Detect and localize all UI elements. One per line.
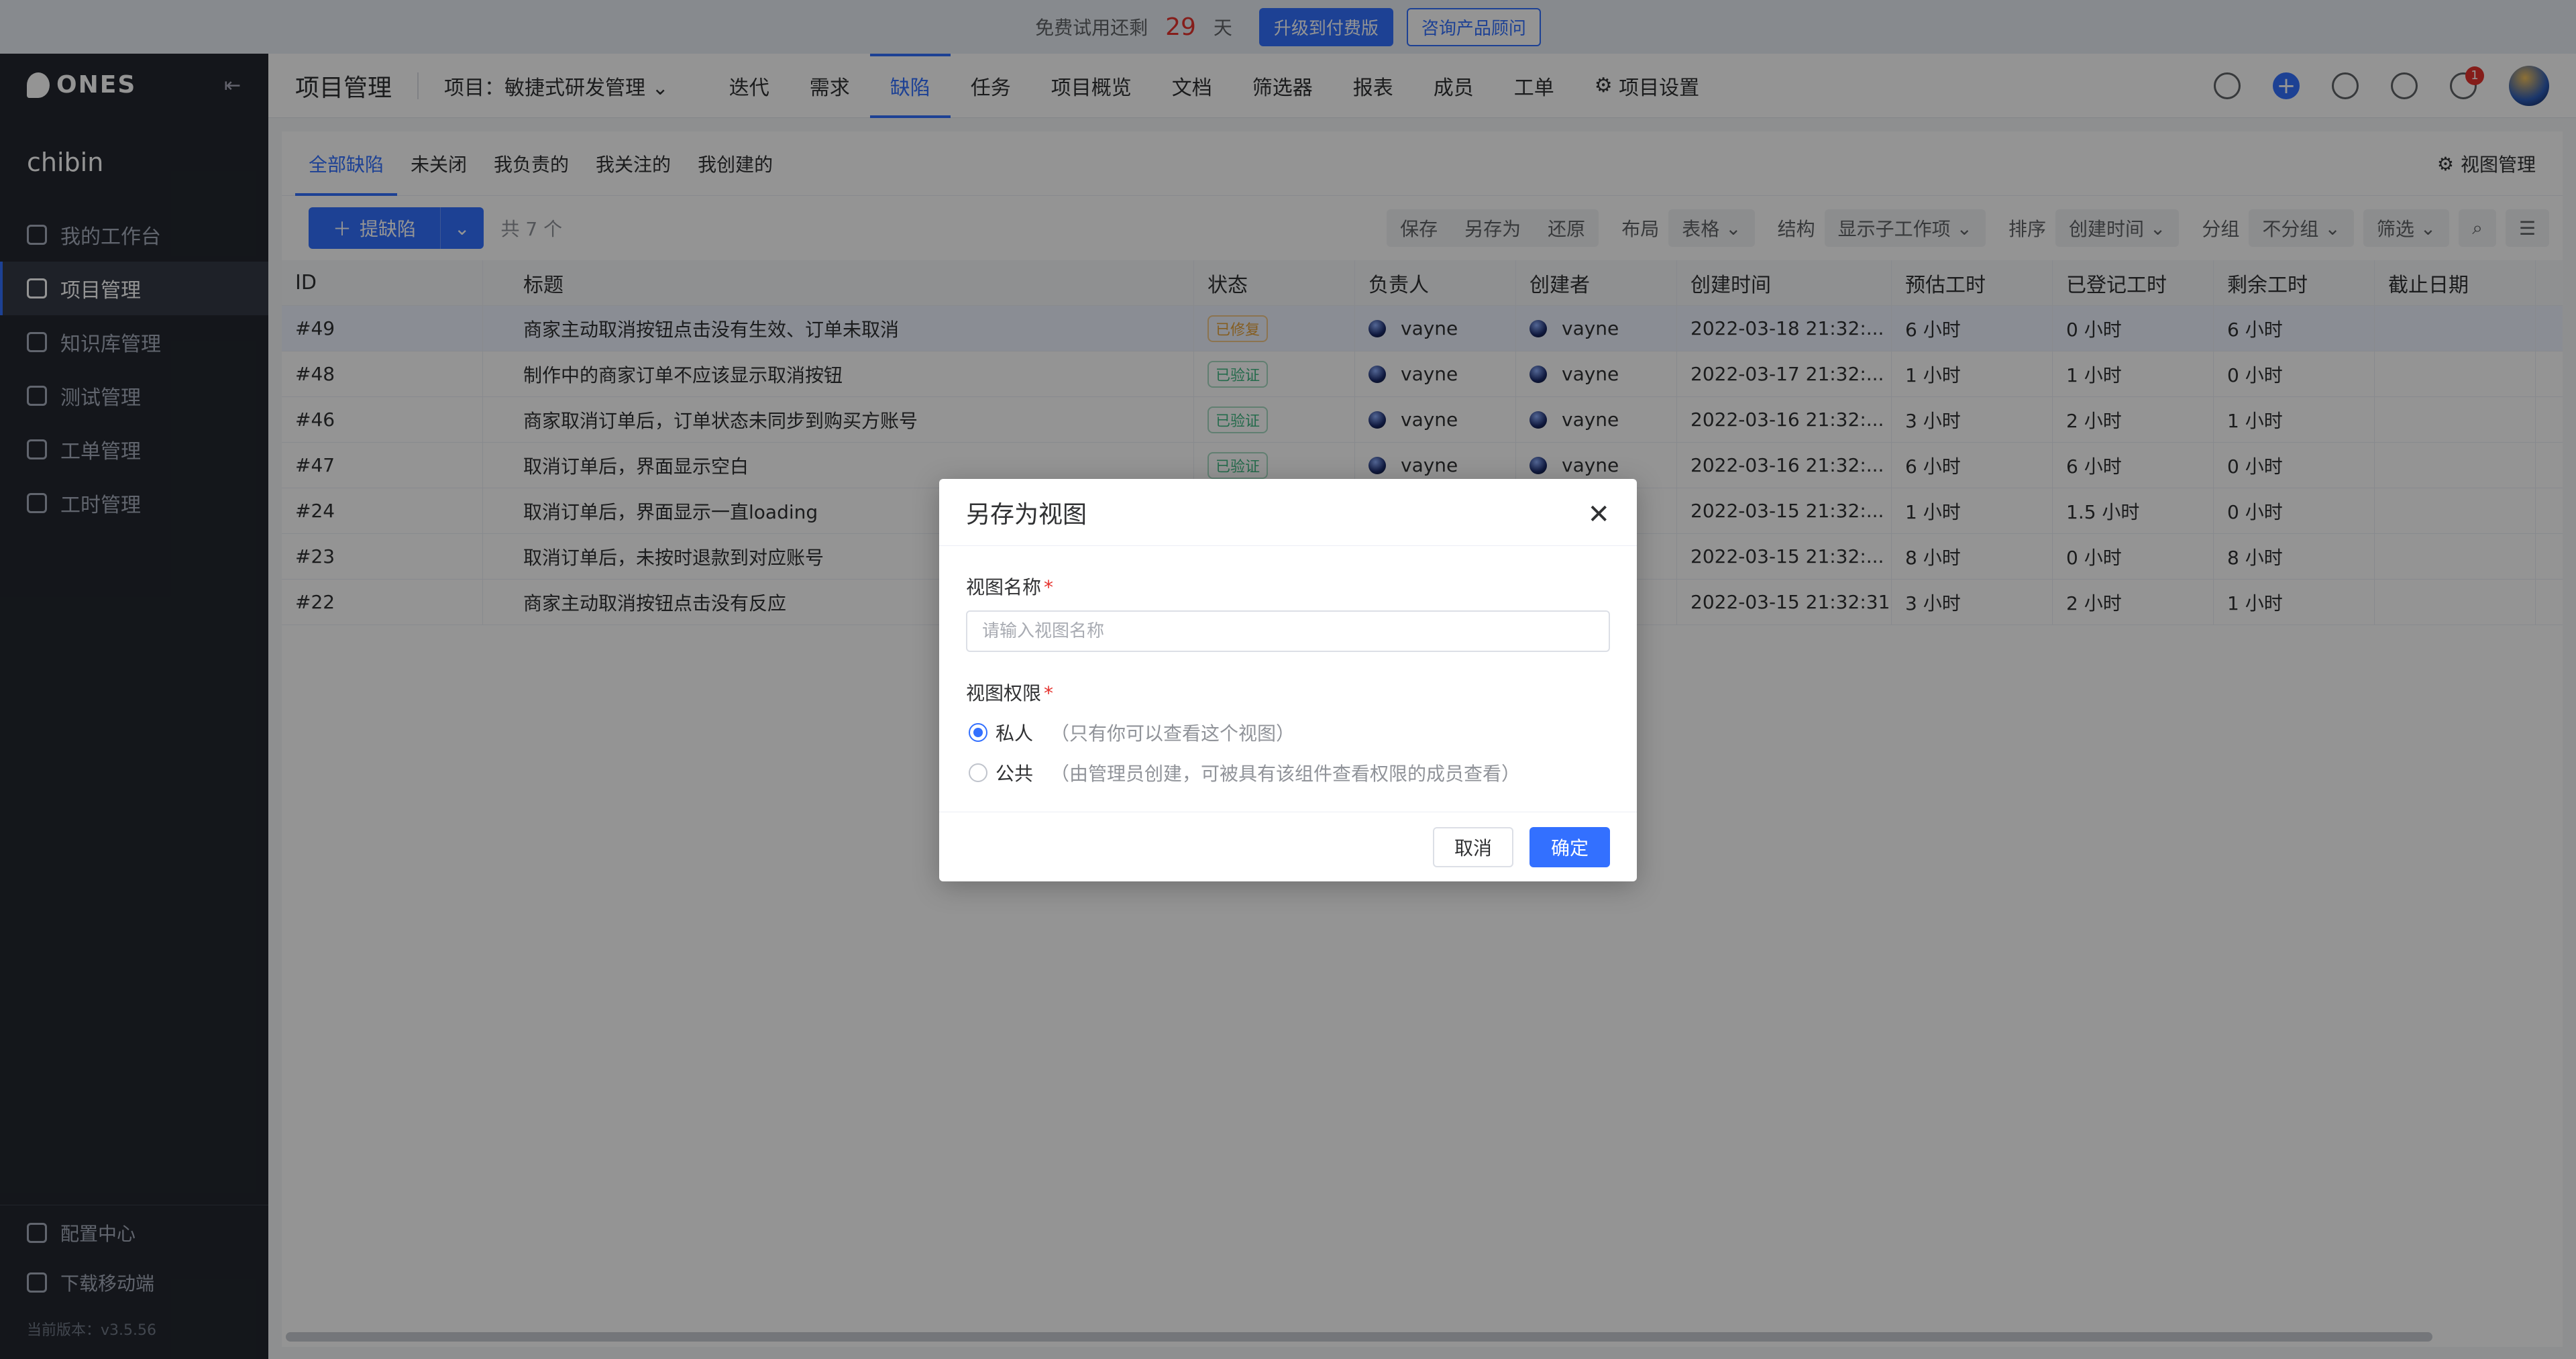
view-name-label-text: 视图名称 [966, 576, 1042, 598]
view-permission-label: 视图权限 * [966, 679, 1610, 706]
view-name-input[interactable] [966, 610, 1610, 652]
private-label: 私人 [996, 722, 1034, 745]
required-mark: * [1044, 682, 1054, 704]
private-hint: （只有你可以查看这个视图） [1051, 722, 1295, 745]
dialog-footer: 取消 确定 [939, 812, 1637, 881]
required-mark: * [1044, 576, 1054, 598]
view-permission-label-text: 视图权限 [966, 682, 1042, 704]
permission-private-option[interactable]: 私人 （只有你可以查看这个视图） [966, 719, 1610, 746]
save-as-view-dialog: 另存为视图 ✕ 视图名称* 视图权限* 私人 （只有你可以查看这个视图） 公共 … [939, 479, 1637, 881]
public-radio[interactable] [969, 763, 987, 782]
close-icon[interactable]: ✕ [1587, 499, 1610, 530]
view-name-label: 视图名称 * [966, 573, 1610, 600]
private-radio[interactable] [969, 723, 987, 742]
dialog-body: 视图名称* 视图权限* 私人 （只有你可以查看这个视图） 公共 （由管理员创建，… [939, 546, 1637, 786]
cancel-button[interactable]: 取消 [1432, 826, 1513, 867]
public-label: 公共 [996, 763, 1034, 785]
permission-public-option[interactable]: 公共 （由管理员创建，可被具有该组件查看权限的成员查看） [966, 759, 1610, 786]
confirm-button[interactable]: 确定 [1529, 826, 1610, 867]
public-hint: （由管理员创建，可被具有该组件查看权限的成员查看） [1051, 763, 1521, 785]
dialog-title: 另存为视图 [939, 479, 1637, 546]
